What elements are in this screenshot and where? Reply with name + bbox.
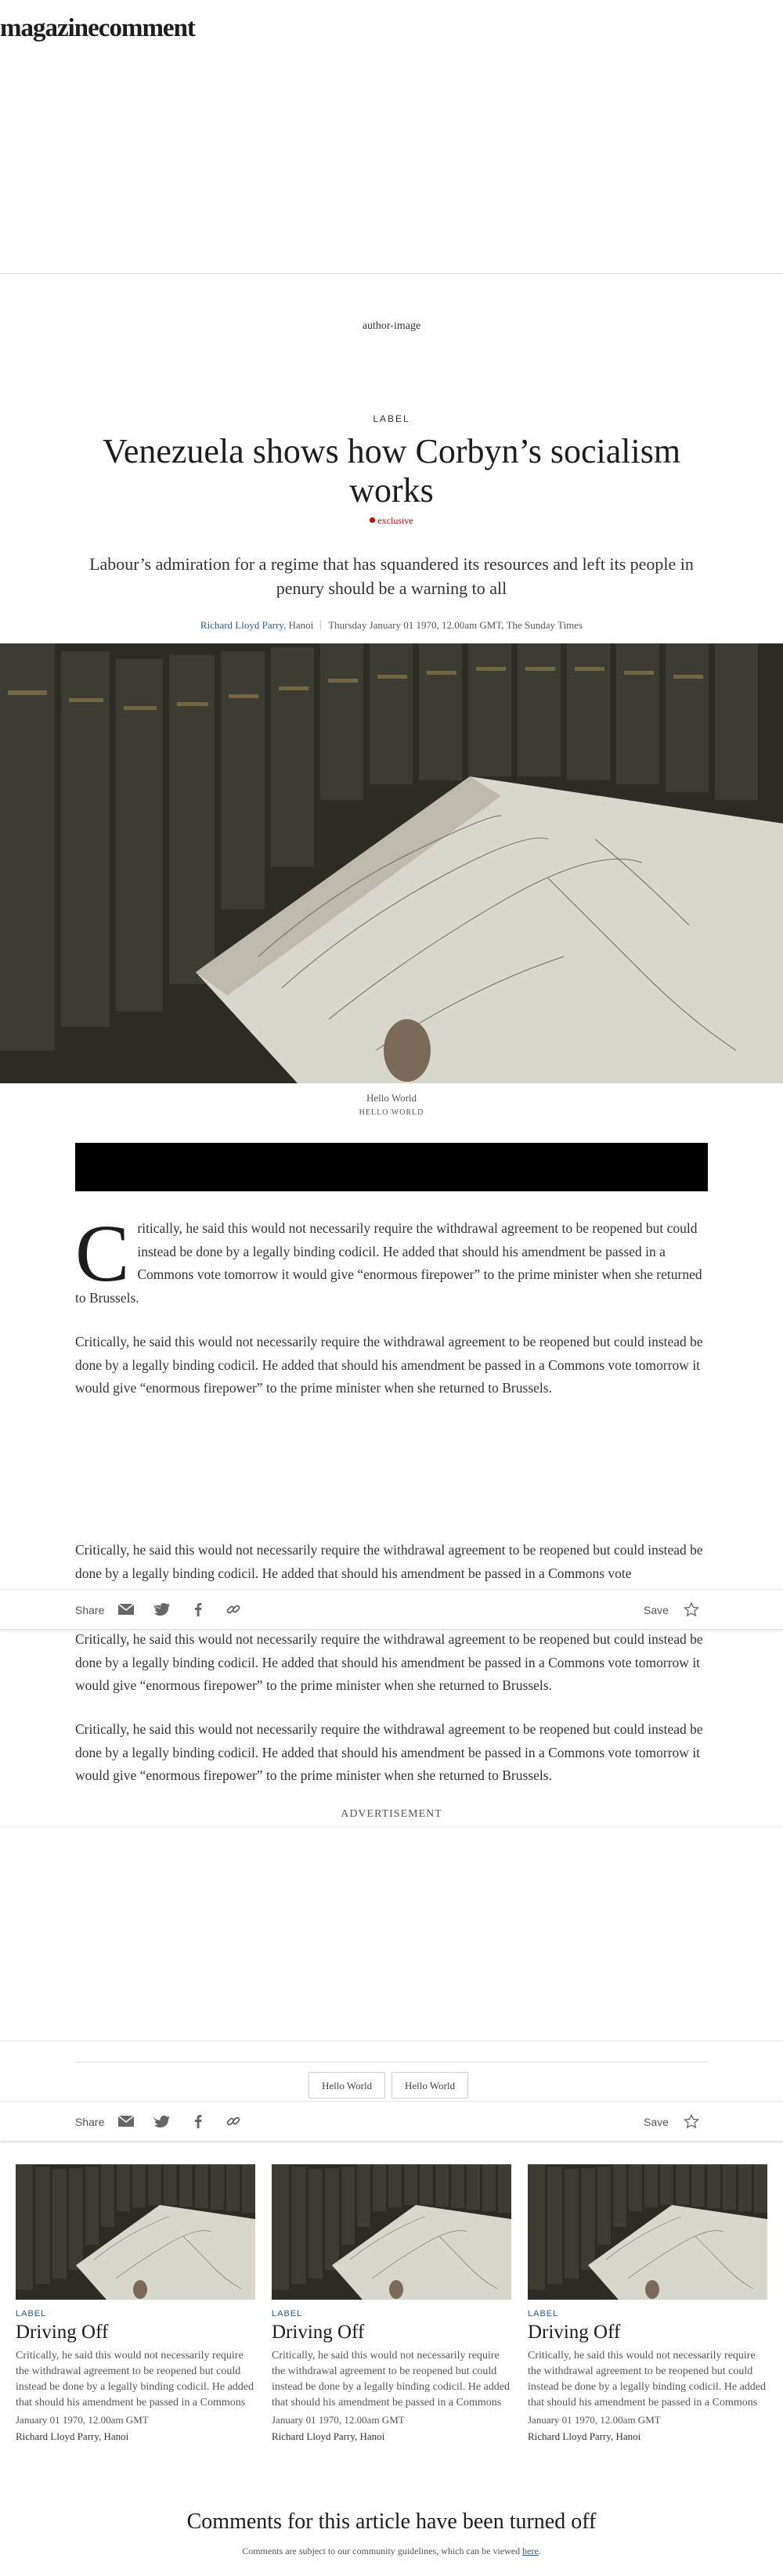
byline: Richard Lloyd Parry, Hanoi Thursday Janua… <box>0 619 783 632</box>
related-article-date: January 01 1970, 12.00am GMT <box>272 2414 405 2426</box>
twitter-icon[interactable] <box>153 2114 171 2128</box>
comments-note-end: . <box>538 2545 541 2556</box>
article-paragraph: Critically, he said this would not neces… <box>75 1631 703 1693</box>
article-paragraph: Critically, he said this would not neces… <box>75 1721 703 1783</box>
article-dateline: Thursday January 01 1970, 12.00am GMT, T… <box>328 619 583 631</box>
hero-image <box>0 643 783 1083</box>
comments-note: Comments are subject to our community gu… <box>0 2545 783 2557</box>
article-paragraph: Critically, he said this would not neces… <box>75 1209 708 1310</box>
open-book-image <box>0 643 783 1083</box>
related-article-card[interactable]: LABEL Driving Off Critically, he said th… <box>528 2164 767 2443</box>
related-article-label: LABEL <box>272 2309 303 2318</box>
exclusive-label: exclusive <box>377 515 413 526</box>
media-placeholder <box>75 1143 708 1191</box>
book-thumbnail-image <box>16 2164 255 2300</box>
article-label: LABEL <box>373 413 410 424</box>
article-paragraph: Critically, he said this would not neces… <box>75 1542 703 1581</box>
related-article-label: LABEL <box>528 2309 559 2318</box>
share-bar: Share Save <box>0 1589 783 1630</box>
email-icon[interactable] <box>117 1602 135 1616</box>
related-article-label: LABEL <box>16 2309 47 2318</box>
email-icon[interactable] <box>117 2114 135 2128</box>
article-paragraph: Critically, he said this would not neces… <box>75 1334 703 1396</box>
facebook-icon[interactable] <box>189 2114 207 2128</box>
byline-divider <box>320 621 322 630</box>
caption-credit: HELLO WORLD <box>359 1108 424 1117</box>
save-label[interactable]: Save <box>644 2116 669 2128</box>
book-thumbnail-image <box>272 2164 511 2300</box>
exclusive-flag: exclusive <box>0 515 783 527</box>
related-article-date: January 01 1970, 12.00am GMT <box>528 2414 661 2426</box>
dropcap: C <box>75 1209 130 1299</box>
related-article-card[interactable]: LABEL Driving Off Critically, he said th… <box>16 2164 255 2443</box>
related-article-title[interactable]: Driving Off <box>16 2322 255 2344</box>
twitter-icon[interactable] <box>153 1602 171 1616</box>
share-bar-bottom: Share Save <box>0 2101 783 2142</box>
tag-button[interactable]: Hello World <box>392 2072 469 2099</box>
author-location: , Hanoi <box>283 619 314 631</box>
save-label[interactable]: Save <box>644 1604 669 1616</box>
related-article-author: Richard Lloyd Parry, Hanoi <box>16 2430 129 2442</box>
related-article-title[interactable]: Driving Off <box>272 2322 511 2344</box>
advertisement-slot <box>0 1826 783 2041</box>
related-article-title[interactable]: Driving Off <box>528 2322 767 2344</box>
image-caption: Hello World HELLO WORLD <box>0 1092 783 1117</box>
related-article-author: Richard Lloyd Parry, Hanoi <box>528 2430 641 2442</box>
facebook-icon[interactable] <box>189 1602 207 1616</box>
article-headline: Venezuela shows how Corbyn’s socialism w… <box>102 432 681 510</box>
link-icon[interactable] <box>225 1602 242 1616</box>
related-article-summary: Critically, he said this would not neces… <box>16 2350 254 2408</box>
book-thumbnail-image <box>528 2164 767 2300</box>
advertisement-label: ADVERTISEMENT <box>341 1808 442 1820</box>
tag-button[interactable]: Hello World <box>309 2072 386 2099</box>
star-icon[interactable] <box>683 2114 700 2128</box>
paragraph-text: ritically, he said this would not necess… <box>75 1220 702 1306</box>
related-article-thumbnail[interactable] <box>528 2164 767 2300</box>
comments-note-text: Comments are subject to our community gu… <box>242 2545 523 2556</box>
share-label: Share <box>75 1604 105 1616</box>
comments-heading: Comments for this article have been turn… <box>186 2509 597 2534</box>
community-guidelines-link[interactable]: here <box>522 2545 539 2556</box>
tags-divider <box>75 2062 708 2063</box>
related-article-card[interactable]: LABEL Driving Off Critically, he said th… <box>272 2164 511 2443</box>
related-article-summary: Critically, he said this would not neces… <box>272 2350 511 2408</box>
link-icon[interactable] <box>225 2114 242 2128</box>
related-article-date: January 01 1970, 12.00am GMT <box>16 2414 149 2426</box>
star-icon[interactable] <box>683 1602 700 1616</box>
share-label: Share <box>75 2116 105 2128</box>
related-article-thumbnail[interactable] <box>272 2164 511 2300</box>
exclusive-dot-icon <box>370 517 376 523</box>
author-link[interactable]: Richard Lloyd Parry <box>200 619 283 631</box>
related-article-author: Richard Lloyd Parry, Hanoi <box>272 2430 385 2442</box>
caption-text: Hello World <box>366 1092 417 1104</box>
related-article-thumbnail[interactable] <box>16 2164 255 2300</box>
article-standfirst: Labour’s admiration for a regime that ha… <box>89 554 694 598</box>
related-article-summary: Critically, he said this would not neces… <box>528 2350 767 2408</box>
